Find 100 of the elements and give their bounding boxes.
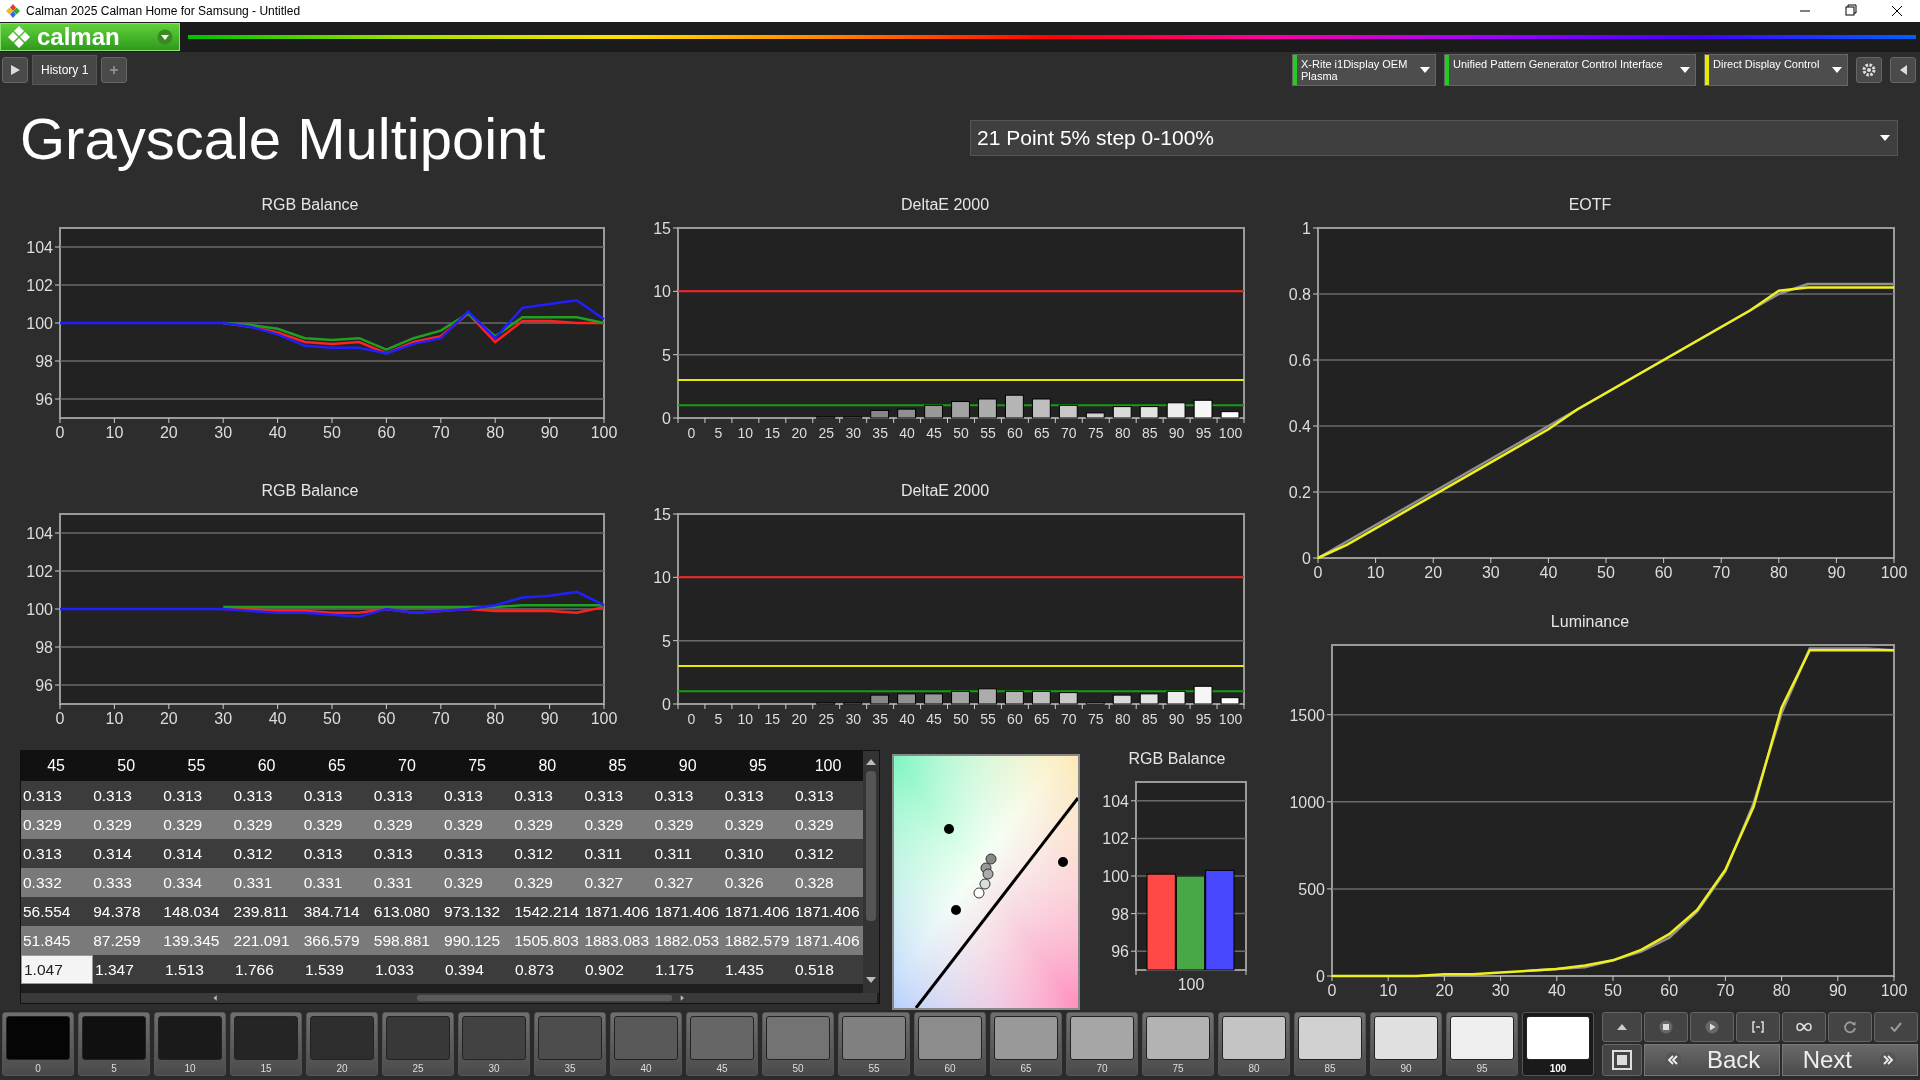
table-cell[interactable]: 0.329 — [301, 810, 372, 839]
collapse-button[interactable] — [1890, 57, 1916, 83]
table-cell[interactable]: 0.329 — [161, 810, 232, 839]
patch-button[interactable]: 50 — [762, 1012, 834, 1076]
scrollbar[interactable] — [21, 993, 877, 1003]
table-cell[interactable]: 94.378 — [91, 897, 162, 926]
table-cell[interactable]: 0.326 — [722, 868, 793, 897]
device-dropdown[interactable]: X-Rite i1Display OEM Plasma — [1292, 54, 1436, 86]
table-cell[interactable]: 1.766 — [233, 955, 303, 984]
tab[interactable]: History 1 — [32, 55, 98, 85]
table-cell[interactable]: 0.313 — [161, 781, 232, 810]
table-cell[interactable]: 613.080 — [371, 897, 443, 926]
table-cell[interactable]: 0.313 — [231, 781, 302, 810]
table-cell[interactable]: 0.310 — [722, 839, 793, 868]
table-cell[interactable]: 148.034 — [161, 897, 232, 926]
patch-button[interactable]: 45 — [686, 1012, 758, 1076]
table-cell[interactable]: 0.331 — [231, 868, 302, 897]
table-cell[interactable]: 139.345 — [161, 926, 232, 955]
patch-button[interactable]: 55 — [838, 1012, 910, 1076]
table-cell[interactable]: 0.329 — [442, 868, 513, 897]
table-cell[interactable]: 0.313 — [582, 781, 653, 810]
patch-button[interactable]: 35 — [534, 1012, 606, 1076]
next-button[interactable]: Next — [1782, 1044, 1918, 1076]
table-cell[interactable]: 0.312 — [512, 839, 583, 868]
table-cell[interactable]: 0.332 — [21, 868, 92, 897]
patch-button[interactable]: 85 — [1294, 1012, 1366, 1076]
table-cell[interactable]: 1871.406 — [792, 926, 864, 955]
table-cell[interactable]: 0.328 — [792, 868, 864, 897]
device-dropdown[interactable]: Direct Display Control — [1704, 54, 1848, 86]
table-cell[interactable]: 990.125 — [442, 926, 513, 955]
patch-button[interactable]: 10 — [154, 1012, 226, 1076]
table-cell[interactable]: 0.313 — [371, 781, 443, 810]
patch-button[interactable]: 5 — [78, 1012, 150, 1076]
patch-button[interactable]: 65 — [990, 1012, 1062, 1076]
table-cell[interactable]: 0.331 — [301, 868, 372, 897]
patch-button[interactable]: 25 — [382, 1012, 454, 1076]
patch-button[interactable]: 75 — [1142, 1012, 1214, 1076]
table-cell[interactable]: 0.313 — [21, 839, 92, 868]
table-cell[interactable]: 0.394 — [443, 955, 513, 984]
settings-button[interactable] — [1856, 57, 1882, 83]
table-cell[interactable]: 1.435 — [723, 955, 793, 984]
table-cell[interactable]: 1871.406 — [652, 897, 723, 926]
table-cell[interactable]: 0.331 — [371, 868, 443, 897]
table-cell[interactable]: 0.311 — [582, 839, 653, 868]
patch-button[interactable]: 90 — [1370, 1012, 1442, 1076]
table-cell[interactable]: 0.329 — [512, 868, 583, 897]
table-cell[interactable]: 0.313 — [91, 781, 162, 810]
table-cell[interactable]: 0.329 — [21, 810, 92, 839]
table-cell[interactable]: 0.313 — [442, 781, 513, 810]
table-cell[interactable]: 1871.406 — [722, 897, 793, 926]
add-tab-button[interactable] — [101, 57, 128, 83]
table-cell[interactable]: 0.329 — [442, 810, 513, 839]
table-cell[interactable]: 0.314 — [91, 839, 162, 868]
table-cell[interactable]: 0.333 — [91, 868, 162, 897]
patch-button[interactable]: 30 — [458, 1012, 530, 1076]
table-cell[interactable]: 0.329 — [722, 810, 793, 839]
table-cell[interactable]: 221.091 — [231, 926, 302, 955]
table-cell[interactable]: 0.313 — [722, 781, 793, 810]
table-cell[interactable]: 0.329 — [371, 810, 443, 839]
table-cell[interactable]: 0.312 — [231, 839, 302, 868]
table-cell[interactable]: 0.314 — [161, 839, 232, 868]
table-cell[interactable]: 56.554 — [21, 897, 92, 926]
table-cell[interactable]: 0.329 — [231, 810, 302, 839]
table-cell[interactable]: 0.313 — [792, 781, 864, 810]
table-cell[interactable]: 1542.214 — [512, 897, 583, 926]
table-cell[interactable]: 0.313 — [512, 781, 583, 810]
loop-button[interactable] — [1782, 1012, 1826, 1042]
table-cell[interactable]: 0.312 — [792, 839, 864, 868]
table-cell[interactable]: 0.313 — [301, 839, 372, 868]
table-cell[interactable]: 1.539 — [303, 955, 373, 984]
bracket-button[interactable] — [1736, 1012, 1780, 1042]
table-cell[interactable]: 1882.053 — [652, 926, 723, 955]
table-cell[interactable]: 1.347 — [93, 955, 163, 984]
table-cell[interactable]: 0.311 — [652, 839, 723, 868]
back-button[interactable]: Back — [1644, 1044, 1780, 1076]
patch-button[interactable]: 95 — [1446, 1012, 1518, 1076]
play-button[interactable] — [2, 57, 28, 83]
table-cell[interactable]: 239.811 — [231, 897, 302, 926]
table-cell[interactable]: 1.513 — [163, 955, 233, 984]
table-cell[interactable]: 1.033 — [373, 955, 443, 984]
table-cell[interactable]: 384.714 — [301, 897, 372, 926]
table-cell[interactable]: 1.047 — [21, 955, 93, 984]
table-cell[interactable]: 0.313 — [21, 781, 92, 810]
stop-button[interactable] — [1644, 1012, 1688, 1042]
table-cell[interactable]: 0.902 — [583, 955, 653, 984]
patch-button[interactable]: 70 — [1066, 1012, 1138, 1076]
table-cell[interactable]: 51.845 — [21, 926, 92, 955]
patch-button[interactable]: 60 — [914, 1012, 986, 1076]
table-cell[interactable]: 0.334 — [161, 868, 232, 897]
patch-button[interactable]: 100 — [1522, 1012, 1594, 1076]
table-cell[interactable]: 0.327 — [652, 868, 723, 897]
table-cell[interactable]: 1871.406 — [582, 897, 653, 926]
patch-button[interactable]: 20 — [306, 1012, 378, 1076]
table-cell[interactable]: 1871.406 — [792, 897, 864, 926]
table-cell[interactable]: 0.329 — [512, 810, 583, 839]
patch-button[interactable]: 40 — [610, 1012, 682, 1076]
table-cell[interactable]: 598.881 — [371, 926, 443, 955]
table-cell[interactable]: 0.873 — [513, 955, 583, 984]
check-button[interactable] — [1874, 1012, 1918, 1042]
table-cell[interactable]: 0.313 — [371, 839, 443, 868]
